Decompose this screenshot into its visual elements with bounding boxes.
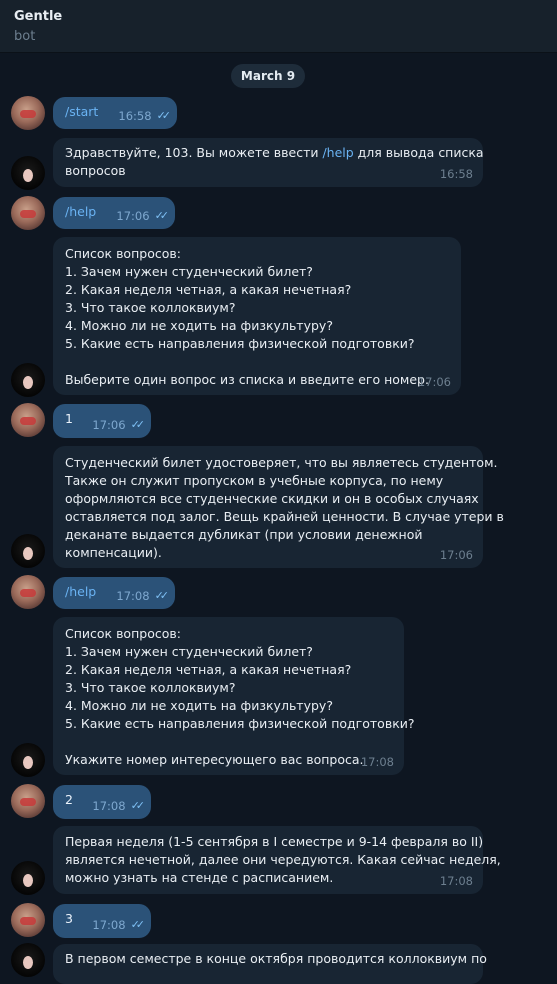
message-incoming[interactable]: Здравствуйте, 103. Вы можете ввести /hel…	[53, 138, 484, 187]
message-time: 17:06	[417, 375, 451, 389]
bot-avatar[interactable]	[11, 943, 45, 977]
bot-avatar[interactable]	[11, 743, 45, 777]
message-line: 1. Зачем нужен студенческий билет?	[65, 264, 313, 279]
message-outgoing[interactable]: 3 17:08 ✓✓	[53, 904, 151, 938]
double-check-icon: ✓✓	[130, 799, 146, 812]
user-avatar[interactable]	[11, 196, 45, 230]
message-line: Первая неделя (1-5 сентября в I семестре…	[65, 834, 484, 849]
message-text: 1	[65, 411, 73, 426]
message-outgoing[interactable]: /help 17:08 ✓✓	[53, 577, 175, 609]
message-outgoing[interactable]: /help 17:06 ✓✓	[53, 197, 175, 229]
message-outgoing[interactable]: 1 17:06 ✓✓	[53, 404, 151, 438]
message-time: 17:08	[439, 874, 473, 888]
message-line: 3. Что такое коллоквиум?	[65, 680, 236, 695]
message-incoming[interactable]: Список вопросов: 1. Зачем нужен студенче…	[53, 617, 415, 775]
message-line: 3. Что такое коллоквиум?	[65, 300, 236, 315]
message-line: оставляется под залог. Вещь крайней ценн…	[65, 509, 504, 524]
message-line: можно узнать на стенде с расписанием.	[65, 870, 334, 885]
bot-avatar[interactable]	[11, 534, 45, 568]
message-incoming[interactable]: Студенческий билет удостоверяет, что вы …	[53, 446, 504, 568]
message-line: 5. Какие есть направления физической под…	[65, 336, 415, 351]
date-separator: March 9	[231, 64, 305, 88]
message-line: 5. Какие есть направления физической под…	[65, 716, 415, 731]
message-text: для вывода списка	[353, 145, 484, 160]
message-line: 1. Зачем нужен студенческий билет?	[65, 644, 313, 659]
command-link[interactable]: /start	[65, 104, 98, 119]
bot-avatar[interactable]	[11, 156, 45, 190]
double-check-icon: ✓✓	[154, 209, 170, 222]
user-avatar[interactable]	[11, 96, 45, 130]
message-line: 2. Какая неделя четная, а какая нечетная…	[65, 662, 352, 677]
double-check-icon: ✓✓	[154, 589, 170, 602]
message-text: 2	[65, 792, 73, 807]
message-line: Также он служит пропуском в учебные корп…	[65, 473, 444, 488]
command-link[interactable]: /help	[65, 204, 96, 219]
message-incoming[interactable]: В первом семестре в конце октября провод…	[53, 944, 487, 984]
message-line: 4. Можно ли не ходить на физкультуру?	[65, 318, 333, 333]
message-line: Выберите один вопрос из списка и введите…	[65, 372, 429, 387]
double-check-icon: ✓✓	[156, 109, 172, 122]
message-time: 17:08	[360, 755, 394, 769]
message-outgoing[interactable]: 2 17:08 ✓✓	[53, 785, 151, 819]
message-time: 17:06	[92, 418, 126, 432]
message-line: В первом семестре в конце октября провод…	[65, 951, 487, 966]
command-link[interactable]: /help	[322, 145, 353, 160]
chat-header[interactable]: Gentle bot	[0, 0, 557, 53]
chat-subtitle: bot	[14, 29, 36, 44]
message-time: 17:06	[116, 209, 150, 223]
message-text: Здравствуйте, 103. Вы можете ввести	[65, 145, 323, 160]
double-check-icon: ✓✓	[130, 918, 146, 931]
message-time: 16:58	[118, 109, 152, 123]
bot-avatar[interactable]	[11, 363, 45, 397]
message-line: 2. Какая неделя четная, а какая нечетная…	[65, 282, 352, 297]
user-avatar[interactable]	[11, 575, 45, 609]
message-line: Список вопросов:	[65, 246, 181, 261]
message-line: 4. Можно ли не ходить на физкультуру?	[65, 698, 333, 713]
message-line: деканате выдается дубликат (при условии …	[65, 527, 423, 542]
message-time: 17:08	[92, 799, 126, 813]
user-avatar[interactable]	[11, 784, 45, 818]
message-line: Студенческий билет удостоверяет, что вы …	[65, 455, 498, 470]
message-line: Список вопросов:	[65, 626, 181, 641]
message-line: компенсации).	[65, 545, 162, 560]
message-time: 16:58	[439, 167, 473, 181]
message-time: 17:08	[92, 918, 126, 932]
bot-avatar[interactable]	[11, 861, 45, 895]
user-avatar[interactable]	[11, 403, 45, 437]
message-incoming[interactable]: Первая неделя (1-5 сентября в I семестре…	[53, 826, 501, 894]
chat-title: Gentle	[14, 9, 63, 24]
message-text: 3	[65, 911, 73, 926]
double-check-icon: ✓✓	[130, 418, 146, 431]
message-line: Укажите номер интересующего вас вопроса.	[65, 752, 364, 767]
message-outgoing[interactable]: /start 16:58 ✓✓	[53, 97, 177, 129]
message-time: 17:08	[116, 589, 150, 603]
message-text: вопросов	[65, 163, 126, 178]
message-line: оформляются все студенческие скидки и он…	[65, 491, 479, 506]
command-link[interactable]: /help	[65, 584, 96, 599]
user-avatar[interactable]	[11, 903, 45, 937]
message-line: является нечетной, далее они чередуются.…	[65, 852, 501, 867]
message-incoming[interactable]: Список вопросов: 1. Зачем нужен студенче…	[53, 237, 461, 395]
message-time: 17:06	[439, 548, 473, 562]
